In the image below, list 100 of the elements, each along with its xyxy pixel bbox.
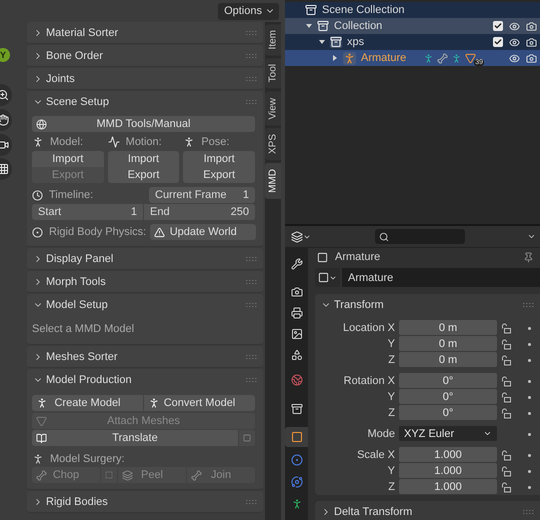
caret-icon[interactable] [527,232,536,241]
sidebar-tab[interactable]: View [265,92,281,126]
panel-title[interactable]: Transform [334,298,520,310]
keyframe-dot[interactable] [528,432,531,436]
item-name: Collection [334,20,382,32]
y-axis-gizmo[interactable]: Y [0,48,10,62]
sidebar-tab[interactable]: XPS [265,128,281,160]
keyframe-dot[interactable] [528,470,531,472]
expand-down-icon[interactable] [317,39,327,45]
field-label: Mode [366,427,395,442]
import-button[interactable]: Import [108,151,180,167]
outliner-row[interactable]: xps [285,34,540,50]
number-field[interactable]: 0 m [399,336,497,351]
number-field[interactable]: 0 m [399,320,497,335]
keyframe-dot[interactable] [528,342,531,346]
eye-icon[interactable] [509,36,520,48]
convert-model-button[interactable]: Convert Model [144,395,255,411]
globe-icon [36,118,47,130]
field-label: Z [387,406,395,421]
panel-title[interactable]: Material Sorter [46,26,243,38]
group-label: Motion: [126,136,162,148]
camera-icon [0,139,9,151]
toggle-button[interactable] [101,467,117,483]
panel-title[interactable]: Model Setup [46,298,243,310]
camera-icon[interactable] [526,20,537,32]
panel-title[interactable]: Model Production [46,374,243,386]
camera-icon[interactable] [526,52,537,64]
number-field[interactable]: 1.000 [399,479,497,494]
keyframe-dot[interactable] [528,358,531,362]
end-field[interactable]: End 250 [144,204,255,220]
collection-icon [330,36,342,48]
rigid-body-label: Rigid Body Physics: [49,226,146,238]
image-icon [290,328,302,340]
field-label: Location X [342,321,395,336]
search-icon [379,232,389,242]
object-name-field[interactable]: Armature [342,268,540,287]
outliner-row[interactable]: Scene Collection [285,2,540,18]
sidebar-tab[interactable]: Tool [265,58,281,89]
bone-icon [36,470,47,480]
pin-icon[interactable] [523,252,534,262]
field-label: Y [386,464,395,479]
keyframe-dot[interactable] [528,326,531,330]
sidebar-tab[interactable]: Item [265,24,281,56]
outliner-row[interactable]: Collection [285,18,540,34]
keyframe-dot[interactable] [528,396,531,398]
group-label: Model: [50,136,84,148]
properties-tab[interactable] [285,427,308,447]
hand-icon [0,114,9,126]
triangle-icon [36,416,47,426]
import-button[interactable]: Import [32,151,104,167]
camera-icon[interactable] [526,36,537,48]
panel-title[interactable]: Rigid Bodies [46,496,243,508]
panel-title[interactable]: Delta Transform [334,506,520,518]
number-field[interactable]: 0 m [399,352,497,367]
field-label: Y [386,390,395,405]
mode-dropdown[interactable]: XYZ Euler [399,426,497,441]
item-name: Armature [361,52,406,64]
expand-down-icon[interactable] [304,23,314,29]
panel-title[interactable]: Display Panel [46,252,243,264]
panel-title[interactable]: Meshes Sorter [46,350,243,362]
field-label: Rotation X [342,374,395,389]
panel-title[interactable]: Joints [46,72,243,84]
panel-title[interactable]: Bone Order [46,50,243,62]
panel-title[interactable]: Morph Tools [46,276,243,288]
keyframe-dot[interactable] [528,412,531,414]
orbit-icon [290,476,302,488]
window-toggle-button[interactable] [239,430,255,446]
panel-title[interactable]: Scene Setup [46,96,243,108]
object-icon [318,272,329,283]
search-field[interactable] [375,229,465,244]
translate-button[interactable]: Translate [32,430,238,446]
object-icon [317,252,328,262]
options-button[interactable]: Options [218,2,279,20]
armature-icon [451,52,462,64]
sidebar-tab[interactable]: MMD [265,163,281,200]
manual-button[interactable]: MMD Tools/Manual [32,116,255,132]
current-frame-field[interactable]: Current Frame 1 [149,187,255,203]
keyframe-dot[interactable] [528,454,531,456]
number-field[interactable]: 1.000 [399,447,497,462]
object-type-button[interactable] [315,268,340,287]
checkbox[interactable] [493,21,503,31]
export-button[interactable]: Export [183,167,255,183]
field-label: Z [387,353,395,368]
update-world-button[interactable]: Update World [150,224,256,240]
number-field[interactable]: 0° [399,405,497,420]
export-button[interactable]: Export [108,167,180,183]
eye-icon[interactable] [509,20,520,32]
import-button[interactable]: Import [183,151,255,167]
keyframe-dot[interactable] [528,380,531,382]
start-field[interactable]: Start 1 [32,204,143,220]
collection-icon [305,4,317,16]
number-field[interactable]: 0° [399,389,497,404]
keyframe-dot[interactable] [528,486,531,488]
create-model-button[interactable]: Create Model [32,395,143,411]
checkbox[interactable] [493,37,503,47]
context-name: Armature [335,251,380,263]
number-field[interactable]: 0° [399,373,497,388]
eye-icon[interactable] [509,52,520,64]
number-field[interactable]: 1.000 [399,463,497,478]
figure-icon [32,453,44,465]
